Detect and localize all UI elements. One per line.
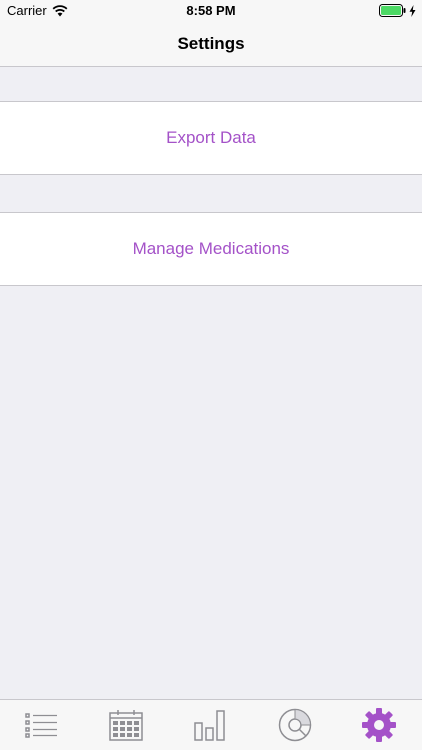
battery-icon	[379, 4, 406, 17]
status-right	[379, 4, 416, 17]
navigation-bar: Settings	[0, 22, 422, 67]
manage-medications-button[interactable]: Manage Medications	[0, 212, 422, 286]
charging-bolt-icon	[409, 4, 416, 17]
status-bar: Carrier 8:58 PM	[0, 0, 422, 22]
tab-pie-chart[interactable]	[253, 700, 337, 750]
tab-settings[interactable]	[337, 700, 421, 750]
tab-calendar[interactable]	[84, 700, 168, 750]
calendar-icon	[109, 710, 143, 741]
list-icon	[25, 713, 57, 738]
manage-medications-label: Manage Medications	[132, 239, 290, 258]
tab-bar	[0, 699, 422, 750]
tab-list[interactable]	[0, 700, 84, 750]
status-time: 8:58 PM	[186, 3, 236, 18]
tab-bar-chart[interactable]	[168, 700, 252, 750]
gear-icon	[362, 708, 396, 742]
export-data-button[interactable]: Export Data	[0, 101, 422, 175]
page-title: Settings	[177, 34, 245, 53]
pie-chart-icon	[278, 708, 312, 742]
export-data-label: Export Data	[166, 128, 256, 147]
bar-chart-icon	[194, 710, 225, 741]
